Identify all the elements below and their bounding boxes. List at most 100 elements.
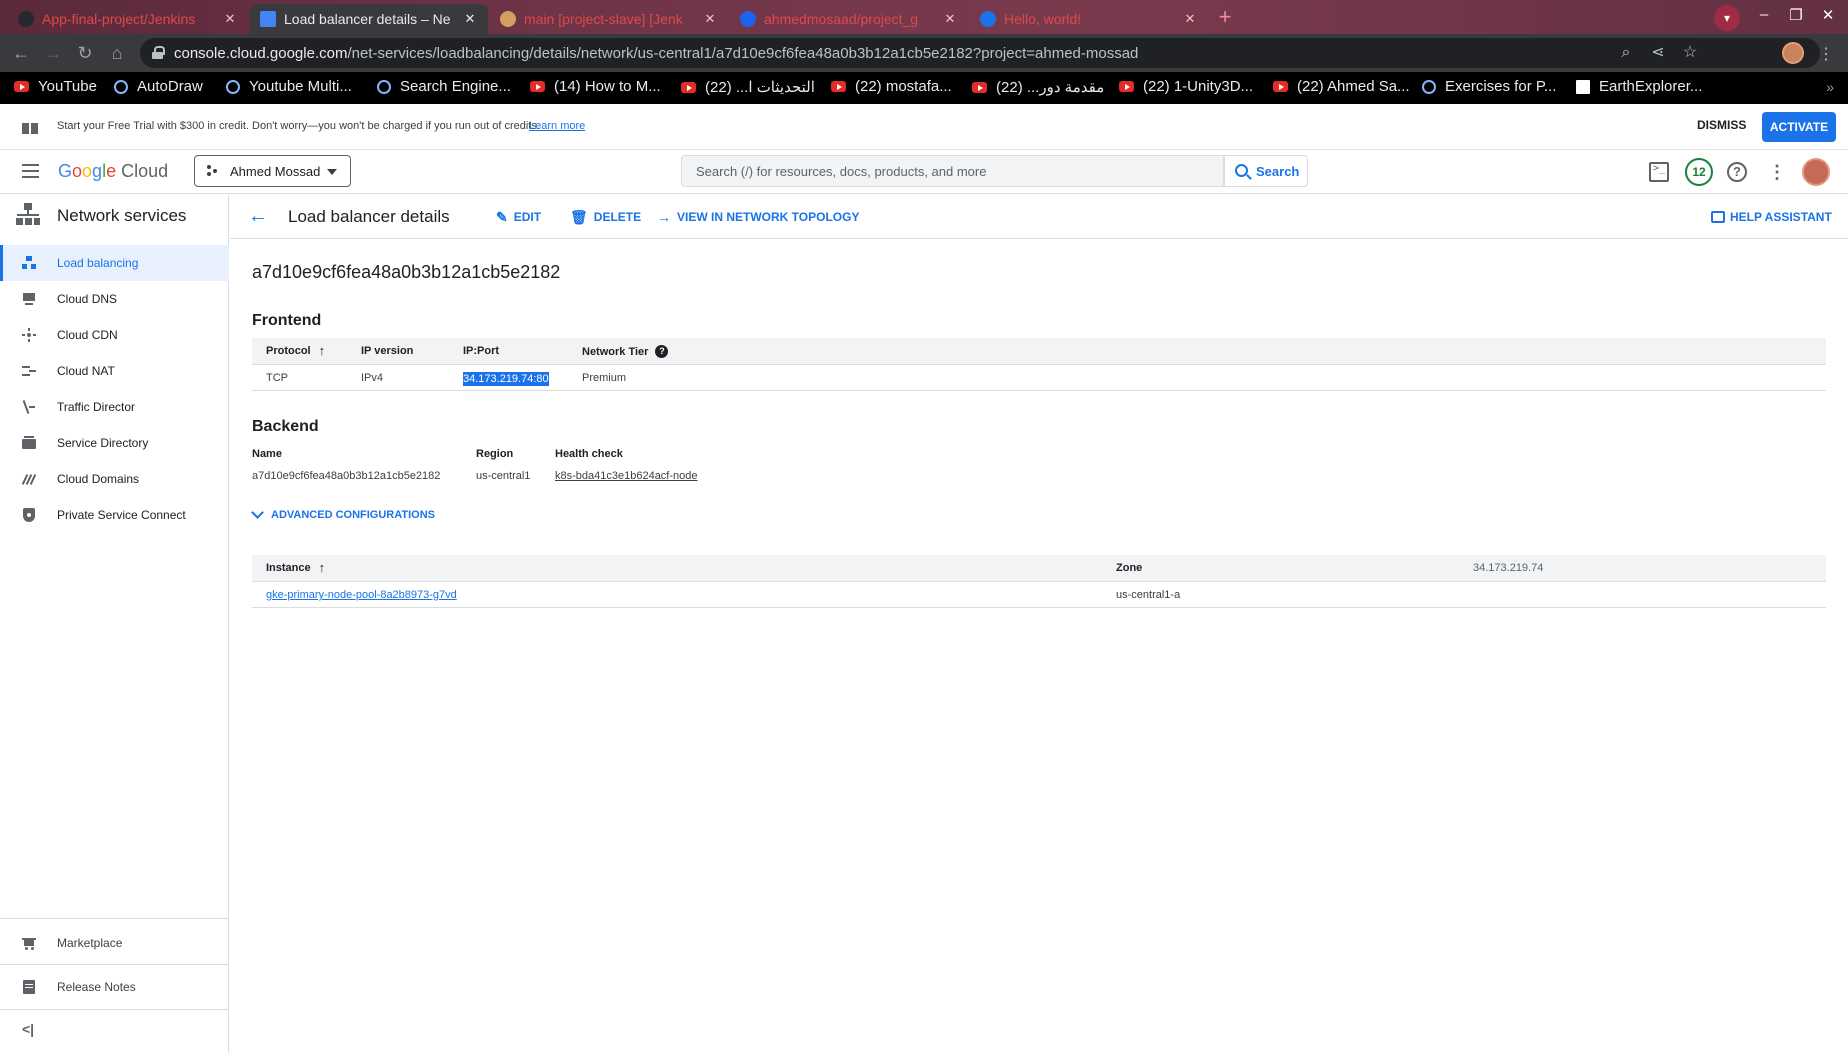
ip-port-value[interactable]: 34.173.219.74:80 bbox=[463, 372, 549, 386]
sidebar-divider bbox=[0, 964, 229, 965]
delete-button[interactable]: 🗑 DELETE bbox=[570, 210, 641, 224]
sidebar-item-marketplace[interactable]: Marketplace bbox=[0, 925, 229, 961]
bookmark-ahmed-sa[interactable]: (22) Ahmed Sa... bbox=[1273, 78, 1410, 95]
notifications-badge[interactable]: 12 bbox=[1685, 158, 1713, 186]
bookmark-mostafa[interactable]: (22) mostafa... bbox=[831, 78, 952, 95]
close-icon[interactable]: ✕ bbox=[462, 11, 478, 27]
sidebar-item-service-directory[interactable]: Service Directory bbox=[0, 425, 229, 461]
sidebar-item-traffic-director[interactable]: Traffic Director bbox=[0, 389, 229, 425]
close-icon[interactable]: ✕ bbox=[222, 11, 238, 27]
sidebar-item-cloud-cdn[interactable]: Cloud CDN bbox=[0, 317, 229, 353]
bookmark-autodraw[interactable]: AutoDraw bbox=[114, 78, 203, 95]
bookmark-arabic-updates[interactable]: التحديثات ا... (22) bbox=[681, 78, 815, 96]
project-icon bbox=[207, 165, 219, 177]
table-row: gke-primary-node-pool-8a2b8973-g7vd us-c… bbox=[252, 582, 1826, 608]
sidebar-item-cloud-domains[interactable]: Cloud Domains bbox=[0, 461, 229, 497]
collapse-sidebar-icon[interactable]: <| bbox=[22, 1021, 34, 1037]
browser-tab-hello-world[interactable]: Hello, world! ✕ bbox=[970, 4, 1208, 34]
help-tooltip-icon[interactable]: ? bbox=[655, 345, 669, 358]
tab-search-button[interactable]: ▾ bbox=[1714, 5, 1740, 31]
backend-region-value: us-central1 bbox=[476, 470, 531, 482]
more-vert-icon[interactable]: ⋮ bbox=[1767, 162, 1787, 182]
sidebar-item-load-balancing[interactable]: Load balancing bbox=[0, 245, 229, 281]
health-check-link[interactable]: k8s-bda41c3e1b624acf-node bbox=[555, 470, 698, 482]
browser-tab-load-balancer[interactable]: Load balancer details – Ne ✕ bbox=[250, 4, 488, 34]
load-balancing-icon bbox=[22, 256, 36, 270]
url-text[interactable]: console.cloud.google.com/net-services/lo… bbox=[174, 45, 1138, 62]
new-tab-button[interactable]: + bbox=[1212, 6, 1238, 30]
search-input[interactable]: Search (/) for resources, docs, products… bbox=[681, 155, 1224, 187]
sidebar-item-private-service-connect[interactable]: Private Service Connect bbox=[0, 497, 229, 533]
zoom-icon[interactable]: ⌕ bbox=[1616, 43, 1636, 63]
browser-tab-bar: App-final-project/Jenkins ✕ Load balance… bbox=[0, 0, 1848, 34]
sidebar-item-release-notes[interactable]: Release Notes bbox=[0, 969, 229, 1005]
google-cloud-logo[interactable]: Google Cloud bbox=[58, 161, 168, 182]
advanced-configurations-toggle[interactable]: ADVANCED CONFIGURATIONS bbox=[251, 506, 435, 521]
bookmark-youtube[interactable]: YouTube bbox=[14, 78, 97, 95]
close-icon[interactable]: ✕ bbox=[942, 11, 958, 27]
bookmark-arabic-course[interactable]: مقدمة دور... (22) bbox=[972, 78, 1104, 96]
help-assistant-button[interactable]: HELP ASSISTANT bbox=[1711, 210, 1832, 224]
back-icon[interactable]: ← bbox=[10, 42, 32, 64]
lock-icon[interactable] bbox=[152, 46, 165, 59]
edit-button[interactable]: ✎ EDIT bbox=[496, 210, 541, 224]
home-icon[interactable]: ⌂ bbox=[106, 42, 128, 64]
zone-value: us-central1-a bbox=[1116, 589, 1181, 601]
arrow-right-icon: → bbox=[657, 209, 671, 225]
user-avatar[interactable] bbox=[1802, 158, 1830, 186]
docker-icon bbox=[740, 11, 756, 27]
bookmark-exercises[interactable]: Exercises for P... bbox=[1422, 78, 1556, 95]
column-header-zone: Zone bbox=[1116, 562, 1143, 574]
forward-icon[interactable]: → bbox=[42, 42, 64, 64]
view-network-topology-button[interactable]: → VIEW IN NETWORK TOPOLOGY bbox=[657, 210, 859, 224]
network-tier-value: Premium bbox=[582, 372, 627, 384]
backend-region-label: Region bbox=[476, 448, 514, 460]
bookmark-how-to[interactable]: (14) How to M... bbox=[530, 78, 661, 95]
activate-button[interactable]: ACTIVATE bbox=[1762, 112, 1836, 142]
browser-profile-avatar[interactable] bbox=[1782, 42, 1804, 64]
close-icon[interactable]: ✕ bbox=[1182, 11, 1198, 27]
search-button[interactable]: Search bbox=[1224, 155, 1308, 187]
window-close-icon[interactable]: ✕ bbox=[1816, 6, 1840, 24]
back-arrow-icon[interactable]: ← bbox=[248, 206, 268, 227]
column-header-protocol[interactable]: Protocol ↑ bbox=[266, 344, 325, 357]
chat-icon bbox=[1711, 211, 1725, 223]
sidebar-item-cloud-dns[interactable]: Cloud DNS bbox=[0, 281, 229, 317]
close-icon[interactable]: ✕ bbox=[702, 11, 718, 27]
cloud-shell-icon[interactable] bbox=[1649, 162, 1669, 182]
learn-more-link[interactable]: Learn more bbox=[529, 120, 585, 132]
hamburger-menu-icon[interactable] bbox=[22, 164, 39, 178]
dismiss-button[interactable]: DISMISS bbox=[1697, 118, 1746, 132]
browser-tab-dockerhub[interactable]: ahmedmosaad/project_g ✕ bbox=[730, 4, 968, 34]
reload-icon[interactable]: ↻ bbox=[74, 42, 96, 64]
help-icon[interactable]: ? bbox=[1727, 162, 1747, 182]
frontend-heading: Frontend bbox=[252, 312, 322, 329]
banner-text: Start your Free Trial with $300 in credi… bbox=[57, 120, 540, 132]
instance-link[interactable]: gke-primary-node-pool-8a2b8973-g7vd bbox=[266, 589, 457, 601]
project-picker[interactable]: Ahmed Mossad bbox=[194, 155, 351, 187]
address-bar[interactable]: console.cloud.google.com/net-services/lo… bbox=[140, 38, 1820, 68]
ip-version-value: IPv4 bbox=[361, 372, 384, 384]
maximize-icon[interactable]: ❐ bbox=[1784, 6, 1808, 24]
sidebar: Network services Load balancing Cloud DN… bbox=[0, 195, 229, 1053]
bookmarks-bar: YouTube AutoDraw Youtube Multi... Search… bbox=[0, 72, 1848, 104]
browser-menu-icon[interactable]: ⋮ bbox=[1818, 44, 1834, 64]
browser-tab-jenkins[interactable]: App-final-project/Jenkins ✕ bbox=[8, 4, 248, 34]
search-icon bbox=[1235, 164, 1248, 177]
bookmark-youtube-multi[interactable]: Youtube Multi... bbox=[226, 78, 352, 95]
column-header-instance[interactable]: Instance ↑ bbox=[266, 561, 325, 574]
bookmarks-overflow[interactable]: » bbox=[1826, 79, 1834, 95]
bookmark-search-engine[interactable]: Search Engine... bbox=[377, 78, 511, 95]
health-check-label: Health check bbox=[555, 448, 623, 460]
dns-icon bbox=[22, 292, 36, 306]
bookmark-unity3d[interactable]: (22) 1-Unity3D... bbox=[1119, 78, 1253, 95]
share-icon[interactable]: ⋖ bbox=[1648, 43, 1668, 63]
bookmark-star-icon[interactable]: ☆ bbox=[1680, 43, 1700, 63]
service-directory-icon bbox=[22, 436, 36, 450]
page-title: Load balancer details bbox=[288, 207, 450, 226]
minimize-icon[interactable]: – bbox=[1752, 6, 1776, 23]
table-row: TCP IPv4 34.173.219.74:80 Premium bbox=[252, 365, 1826, 391]
browser-tab-jenkins-slave[interactable]: main [project-slave] [Jenk ✕ bbox=[490, 4, 728, 34]
sidebar-item-cloud-nat[interactable]: Cloud NAT bbox=[0, 353, 229, 389]
bookmark-earthexplorer[interactable]: EarthExplorer... bbox=[1576, 78, 1702, 95]
